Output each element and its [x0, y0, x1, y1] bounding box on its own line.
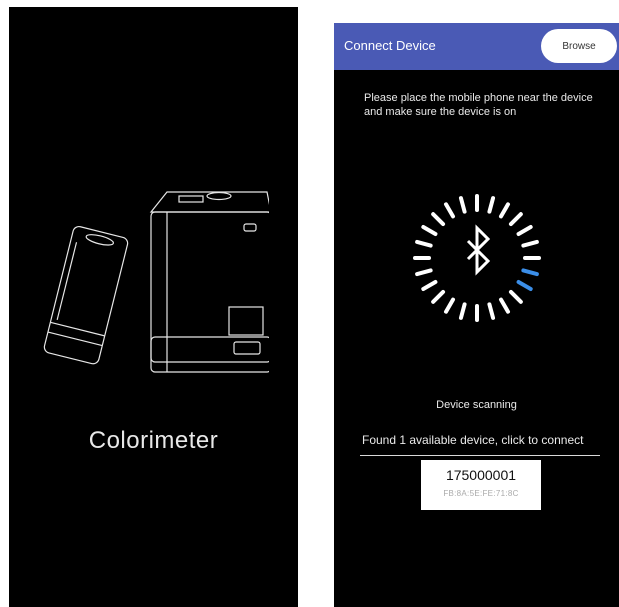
browse-button[interactable]: Browse	[541, 29, 617, 63]
spinner-tick	[516, 280, 533, 291]
spinner-tick	[508, 212, 523, 227]
device-name: 175000001	[445, 467, 517, 483]
instructions-text: Please place the mobile phone near the d…	[364, 92, 593, 118]
spinner-tick	[431, 212, 446, 227]
bluetooth-scan-spinner	[413, 194, 541, 322]
spinner-tick	[415, 239, 433, 248]
spinner-tick	[458, 302, 467, 320]
spinner-tick	[415, 268, 433, 277]
spinner-tick	[499, 297, 510, 314]
device-list-item[interactable]: 175000001 FB:8A:5E:FE:71:8C	[421, 460, 541, 510]
divider	[360, 455, 600, 456]
spinner-tick	[421, 225, 438, 236]
spinner-tick	[421, 280, 438, 291]
spinner-tick	[508, 289, 523, 304]
spinner-tick	[487, 196, 496, 214]
colorimeter-devices-icon	[43, 191, 269, 373]
spinner-tick	[521, 268, 539, 277]
app-title: Colorimeter	[88, 427, 219, 454]
spinner-tick	[516, 225, 533, 236]
connect-device-screen: Connect Device Browse Please place the m…	[334, 23, 619, 607]
spinner-tick	[444, 297, 455, 314]
splash-screen: Colorimeter	[9, 7, 298, 607]
bluetooth-icon	[466, 224, 491, 276]
spinner-tick	[487, 302, 496, 320]
header-title: Connect Device	[344, 38, 436, 53]
spinner-tick	[444, 202, 455, 219]
found-devices-text: Found 1 available device, click to conne…	[362, 433, 584, 447]
scan-status: Device scanning	[436, 399, 517, 411]
spinner-tick	[431, 289, 446, 304]
spinner-tick	[521, 239, 539, 248]
device-mac-address: FB:8A:5E:FE:71:8C	[443, 489, 519, 498]
spinner-tick	[499, 202, 510, 219]
spinner-tick	[458, 196, 467, 214]
header-bar: Connect Device Browse	[334, 23, 619, 70]
